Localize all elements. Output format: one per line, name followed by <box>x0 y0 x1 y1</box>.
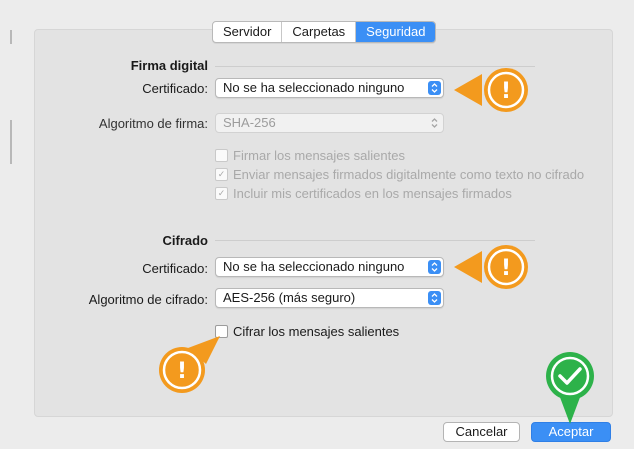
stepper-icon <box>428 116 441 130</box>
tab-seguridad[interactable]: Seguridad <box>356 22 436 42</box>
checkbox <box>215 149 228 162</box>
checkbox-label: Cifrar los mensajes salientes <box>233 324 400 339</box>
firma-alg-select: SHA-256 <box>215 113 444 133</box>
firma-check-incluir-cert: ✓ Incluir mis certificados en los mensaj… <box>215 186 512 201</box>
cifrado-alg-select[interactable]: AES-256 (más seguro) <box>215 288 444 308</box>
checkmark-success-icon <box>546 352 594 424</box>
cifrado-alg-value: AES-256 (más seguro) <box>223 290 356 305</box>
warning-glyph: ! <box>177 359 187 384</box>
cifrado-check-cifrar[interactable]: Cifrar los mensajes salientes <box>215 324 399 339</box>
section-divider <box>215 240 535 241</box>
exclamation-warning-icon: ! <box>454 68 528 112</box>
firma-cert-label: Certificado: <box>142 81 208 96</box>
cifrado-cert-select[interactable]: No se ha seleccionado ninguno <box>215 257 444 277</box>
firma-check-firmar: Firmar los mensajes salientes <box>215 148 405 163</box>
firma-alg-label: Algoritmo de firma: <box>98 116 208 131</box>
tab-bar: Servidor Carpetas Seguridad <box>212 21 437 43</box>
checkmark-icon: ✓ <box>215 187 228 200</box>
exclamation-warning-icon: ! <box>159 336 220 393</box>
checkbox-label: Incluir mis certificados en los mensajes… <box>233 186 512 201</box>
window-edge <box>10 30 12 44</box>
checkbox-label: Firmar los mensajes salientes <box>233 148 405 163</box>
tab-carpetas[interactable]: Carpetas <box>282 22 357 42</box>
firma-check-texto-no-cifrado: ✓ Enviar mensajes firmados digitalmente … <box>215 167 584 182</box>
tab-servidor[interactable]: Servidor <box>213 22 283 42</box>
preferences-window: Servidor Carpetas Seguridad Firma digita… <box>0 0 634 449</box>
firma-cert-select[interactable]: No se ha seleccionado ninguno <box>215 78 444 98</box>
checkbox-label: Enviar mensajes firmados digitalmente co… <box>233 167 585 182</box>
section-title-cifrado: Cifrado <box>162 233 209 248</box>
checkmark-icon: ✓ <box>215 168 228 181</box>
firma-cert-value: No se ha seleccionado ninguno <box>223 80 405 95</box>
cifrado-cert-label: Certificado: <box>142 261 208 276</box>
stepper-icon <box>428 291 441 305</box>
window-edge <box>10 120 12 164</box>
stepper-icon <box>428 260 441 274</box>
warning-glyph: ! <box>501 256 511 281</box>
section-title-firma: Firma digital <box>130 58 208 73</box>
cifrado-cert-value: No se ha seleccionado ninguno <box>223 259 405 274</box>
cifrado-alg-label: Algoritmo de cifrado: <box>88 292 208 307</box>
warning-glyph: ! <box>501 79 511 104</box>
stepper-icon <box>428 81 441 95</box>
firma-alg-value: SHA-256 <box>223 115 276 130</box>
cancel-button[interactable]: Cancelar <box>443 422 520 442</box>
exclamation-warning-icon: ! <box>454 245 528 289</box>
